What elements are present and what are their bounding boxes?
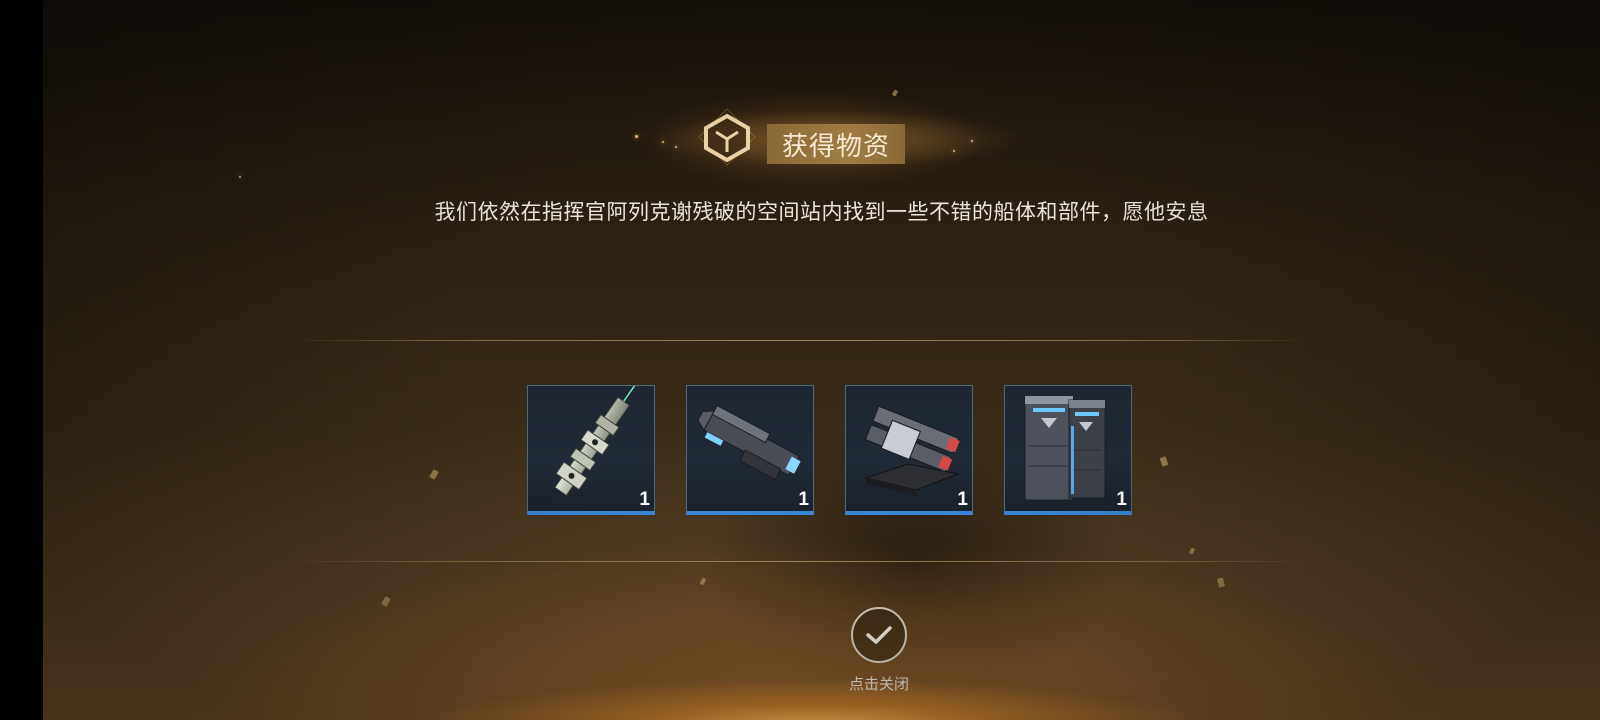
close-label[interactable]: 点击关闭 <box>803 673 955 694</box>
debris-particle <box>381 596 391 607</box>
item-quantity: 1 <box>798 489 809 510</box>
vignette-overlay <box>43 0 1600 720</box>
ship-hull-icon <box>554 386 636 497</box>
item-quantity: 1 <box>1116 489 1127 510</box>
checkmark-icon <box>866 626 892 644</box>
cannon-module-icon <box>697 404 801 481</box>
reward-item-ship-hull[interactable]: 1 <box>527 385 655 515</box>
top-divider <box>286 340 1314 341</box>
twin-turret-icon <box>864 405 960 496</box>
armor-panel-icon <box>1024 395 1106 501</box>
debris-particle <box>699 577 707 586</box>
reward-popup-background: 获得物资 我们依然在指挥官阿列克谢残破的空间站内找到一些不错的船体和部件，愿他安… <box>43 0 1600 720</box>
reward-item-twin-turret[interactable]: 1 <box>845 385 973 515</box>
reward-item-cannon-module[interactable]: 1 <box>686 385 814 515</box>
debris-particle <box>429 469 439 480</box>
reward-item-armor-panel[interactable]: 1 <box>1004 385 1132 515</box>
bottom-divider <box>286 561 1314 562</box>
item-quantity: 1 <box>639 489 650 510</box>
debris-particle <box>1216 577 1226 588</box>
debris-particle <box>891 89 899 97</box>
debris-particle <box>1188 547 1196 555</box>
debris-particle <box>1159 456 1169 467</box>
item-quantity: 1 <box>957 489 968 510</box>
page-title: 获得物资 <box>781 131 890 162</box>
cube-hexagon-icon <box>698 108 756 166</box>
reward-message: 我们依然在指挥官阿列克谢残破的空间站内找到一些不错的船体和部件，愿他安息 <box>434 200 1209 224</box>
title-plate: 获得物资 <box>767 124 905 164</box>
spark-particle <box>635 135 638 138</box>
screen: 获得物资 我们依然在指挥官阿列克谢残破的空间站内找到一些不错的船体和部件，愿他安… <box>0 0 1600 720</box>
close-button[interactable] <box>851 607 907 663</box>
spark-particle <box>239 176 241 178</box>
